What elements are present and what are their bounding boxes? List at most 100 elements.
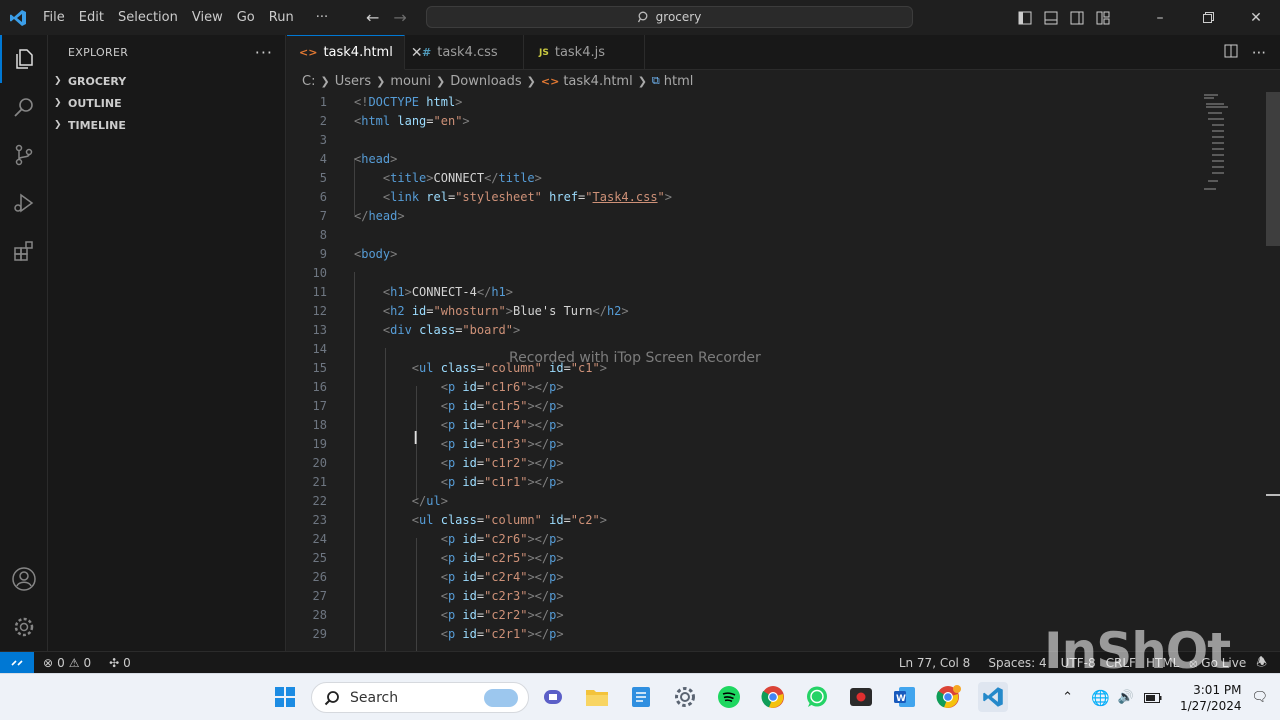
section-label: TIMELINE	[68, 118, 126, 132]
section-timeline[interactable]: ❯ TIMELINE	[48, 114, 285, 136]
toggle-panel-icon[interactable]	[1038, 0, 1064, 35]
editor-scrollbar[interactable]	[1266, 92, 1280, 246]
ports-indicator[interactable]: ✣ 0	[104, 656, 136, 670]
settings-gear-icon[interactable]	[670, 682, 700, 712]
extensions-icon[interactable]	[0, 227, 48, 275]
menu-go[interactable]: Go	[230, 10, 262, 25]
split-editor-icon[interactable]	[1224, 43, 1238, 62]
breadcrumb-item[interactable]: task4.html	[563, 74, 632, 89]
code-line: 19 <p id="c1r3"></p>	[312, 436, 564, 451]
code-line: 12 <h2 id="whosturn">Blue's Turn</h2>	[312, 303, 629, 318]
notifications-bell-icon[interactable]: 🕭	[1251, 653, 1272, 674]
screen-recorder-icon[interactable]	[846, 682, 876, 712]
menu-edit[interactable]: Edit	[72, 10, 111, 25]
more-editor-actions-icon[interactable]: ···	[1252, 44, 1266, 62]
notepad-icon[interactable]	[626, 682, 656, 712]
menu-run[interactable]: Run	[262, 10, 301, 25]
tab-task4-html[interactable]: <> task4.html ✕	[287, 35, 423, 70]
spotify-icon[interactable]	[714, 682, 744, 712]
accounts-icon[interactable]	[0, 555, 48, 603]
more-actions-icon[interactable]: ···	[255, 43, 273, 62]
toggle-primary-sidebar-icon[interactable]	[1012, 0, 1038, 35]
chevron-right-icon: ❯	[54, 98, 62, 108]
chevron-up-icon[interactable]: ⌃	[1062, 690, 1073, 705]
breadcrumb-item[interactable]: html	[664, 74, 694, 89]
html-file-icon: <>	[299, 46, 318, 59]
problems-indicator[interactable]: ⊗ 0 ⚠ 0	[38, 656, 96, 670]
recorder-watermark: Recorded with iTop Screen Recorder	[509, 350, 761, 366]
whatsapp-icon[interactable]	[802, 682, 832, 712]
windows-start-icon[interactable]	[270, 682, 300, 712]
forward-arrow-icon[interactable]: →	[393, 8, 406, 27]
customize-layout-icon[interactable]	[1090, 0, 1116, 35]
breadcrumb-item[interactable]: Users	[335, 74, 371, 89]
menu-view[interactable]: View	[185, 10, 230, 25]
indentation[interactable]: Spaces: 4	[983, 656, 1051, 670]
code-line: 10	[312, 265, 327, 280]
menu-file[interactable]: File	[36, 10, 72, 25]
vscode-logo-icon	[0, 0, 36, 35]
code-line: 23 <ul class="column" id="c2">	[312, 512, 607, 527]
source-control-icon[interactable]	[0, 131, 48, 179]
cursor-position[interactable]: Ln 77, Col 8	[894, 656, 976, 670]
taskbar-clock[interactable]: 3:01 PM 1/27/2024	[1180, 682, 1242, 714]
code-line: 9 <body>	[319, 246, 398, 261]
element-symbol-icon: ⧉	[651, 74, 660, 87]
explorer-sidebar: EXPLORER ··· ❯ GROCERY ❯ OUTLINE ❯ TIMEL…	[48, 35, 286, 651]
tab-task4-css[interactable]: # task4.css	[406, 35, 524, 70]
code-editor[interactable]: 1 <!DOCTYPE html> 2 <html lang="en"> 3 4 <h…	[287, 92, 1280, 651]
run-debug-icon[interactable]	[0, 179, 48, 227]
search-label: grocery	[655, 10, 702, 24]
tab-task4-js[interactable]: JS task4.js	[525, 35, 645, 70]
breadcrumb-item[interactable]: Downloads	[450, 74, 521, 89]
restore-icon[interactable]	[1184, 0, 1232, 35]
network-globe-icon[interactable]: 🌐	[1091, 689, 1110, 707]
manage-gear-icon[interactable]	[0, 603, 48, 651]
minimap[interactable]	[1204, 92, 1264, 202]
breadcrumb-item[interactable]: C:	[302, 74, 315, 89]
explorer-icon[interactable]	[0, 35, 48, 83]
explorer-title: EXPLORER	[68, 46, 129, 59]
code-line: 11 <h1>CONNECT-4</h1>	[312, 284, 513, 299]
breadcrumb-item[interactable]: mouni	[390, 74, 431, 89]
vscode-taskbar-icon[interactable]	[978, 682, 1008, 712]
search-view-icon[interactable]	[0, 83, 48, 131]
file-explorer-icon[interactable]	[582, 682, 612, 712]
chrome-icon[interactable]	[758, 682, 788, 712]
chrome-profile-icon[interactable]	[934, 682, 964, 712]
section-outline[interactable]: ❯ OUTLINE	[48, 92, 285, 114]
menu-selection[interactable]: Selection	[111, 10, 185, 25]
chevron-right-icon: ❯	[54, 76, 62, 86]
tab-label: task4.html	[323, 45, 393, 60]
minimize-icon[interactable]: –	[1136, 0, 1184, 35]
text-cursor-icon: I	[413, 428, 419, 449]
taskbar-search[interactable]: Search	[311, 682, 529, 713]
section-grocery[interactable]: ❯ GROCERY	[48, 70, 285, 92]
close-window-icon[interactable]: ✕	[1232, 0, 1280, 35]
notification-center-icon[interactable]: 🗨	[1251, 690, 1268, 705]
title-bar: File Edit Selection View Go Run ··· ← → …	[0, 0, 1280, 35]
editor-tab-bar: <> task4.html ✕ # task4.css JS task4.js …	[287, 35, 1280, 70]
code-line: 13 <div class="board">	[312, 322, 521, 337]
volume-icon[interactable]: 🔊	[1118, 690, 1134, 705]
menu-more[interactable]: ···	[309, 10, 335, 25]
css-file-icon: #	[422, 46, 432, 59]
battery-icon[interactable]	[1143, 688, 1162, 707]
word-icon[interactable]: W	[890, 682, 920, 712]
toggle-secondary-sidebar-icon[interactable]	[1064, 0, 1090, 35]
command-center-search[interactable]: grocery	[426, 6, 913, 28]
remote-indicator-icon[interactable]	[0, 651, 34, 674]
weather-cloud-icon	[484, 688, 518, 707]
search-placeholder: Search	[350, 689, 399, 706]
code-line: 8	[319, 227, 327, 242]
code-line: 4 <head>	[319, 151, 398, 166]
code-line: 20 <p id="c1r2"></p>	[312, 455, 564, 470]
code-line: 27 <p id="c2r3"></p>	[312, 588, 564, 603]
inshot-watermark: InShOt	[1044, 622, 1231, 680]
activity-bar	[0, 35, 48, 651]
meet-app-icon[interactable]	[538, 682, 568, 712]
back-arrow-icon[interactable]: ←	[366, 8, 379, 27]
cursor-overview-mark	[1266, 494, 1280, 496]
warning-icon: ⚠	[68, 655, 80, 670]
broadcast-icon: ✣	[109, 655, 120, 670]
